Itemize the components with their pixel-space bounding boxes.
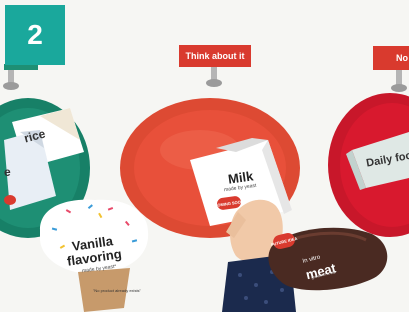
vanilla-footnote: "No product already exists" [93,288,141,293]
left-card-letter: e [4,165,11,179]
right-sign: No [373,46,409,70]
photo-scene: 2 Think about it No rice e Milk made by … [0,0,409,312]
think-about-it-sign: Think about it [179,45,251,67]
step-number-badge: 2 [5,5,65,65]
